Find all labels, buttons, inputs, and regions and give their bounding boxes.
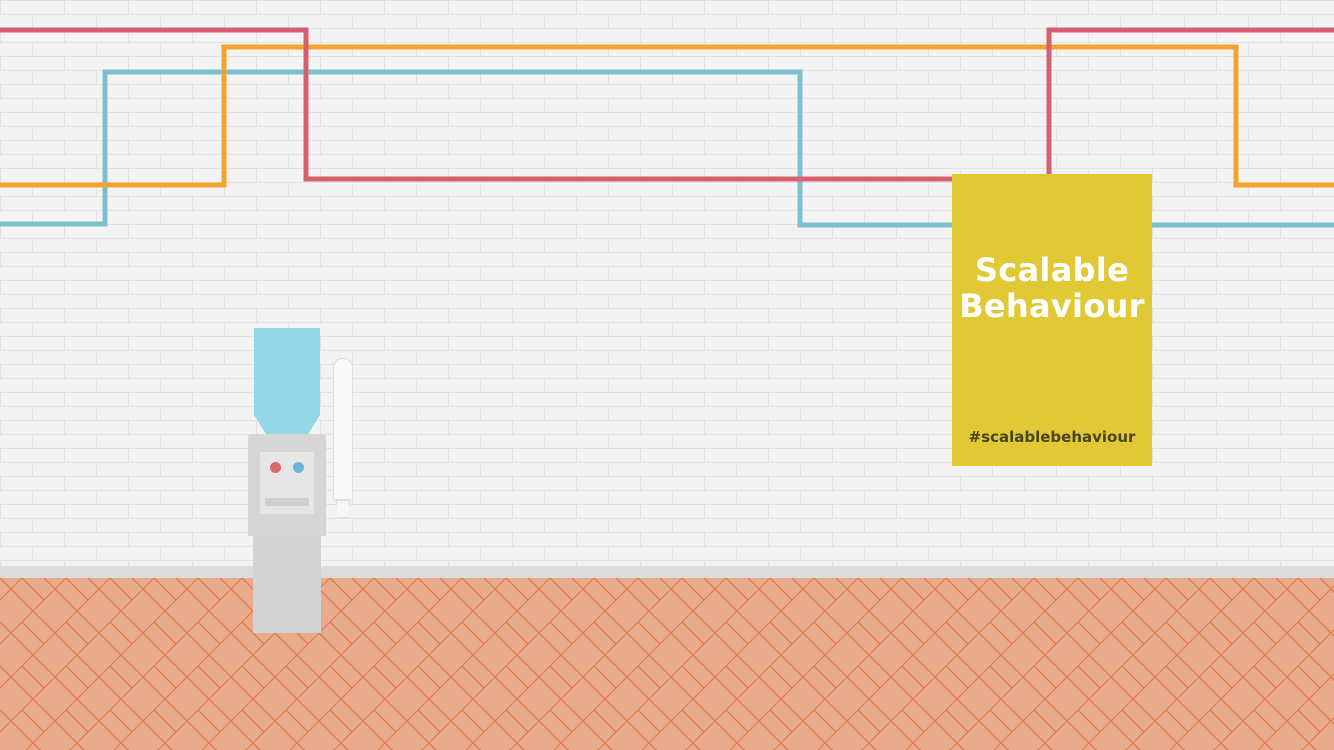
cold-tap-icon	[293, 462, 304, 473]
drip-tray	[265, 498, 309, 506]
parquet-floor	[0, 578, 1334, 750]
office-scene: Scalable Behaviour #scalablebehaviour	[0, 0, 1334, 750]
poster-hashtag: #scalablebehaviour	[968, 428, 1136, 446]
poster-title: Scalable Behaviour	[952, 252, 1152, 324]
poster: Scalable Behaviour #scalablebehaviour	[952, 174, 1152, 466]
floor-pattern	[0, 578, 1334, 750]
cooler-base	[253, 536, 321, 633]
poster-title-line1: Scalable	[974, 251, 1130, 289]
orange-pipe	[0, 44, 1334, 188]
hot-tap-icon	[270, 462, 281, 473]
water-bottle	[254, 328, 320, 434]
cup-dispenser-icon	[333, 358, 353, 500]
cup-tip	[336, 500, 350, 518]
poster-title-line2: Behaviour	[959, 287, 1145, 325]
baseboard	[0, 566, 1334, 578]
red-pipe	[0, 27, 1334, 182]
